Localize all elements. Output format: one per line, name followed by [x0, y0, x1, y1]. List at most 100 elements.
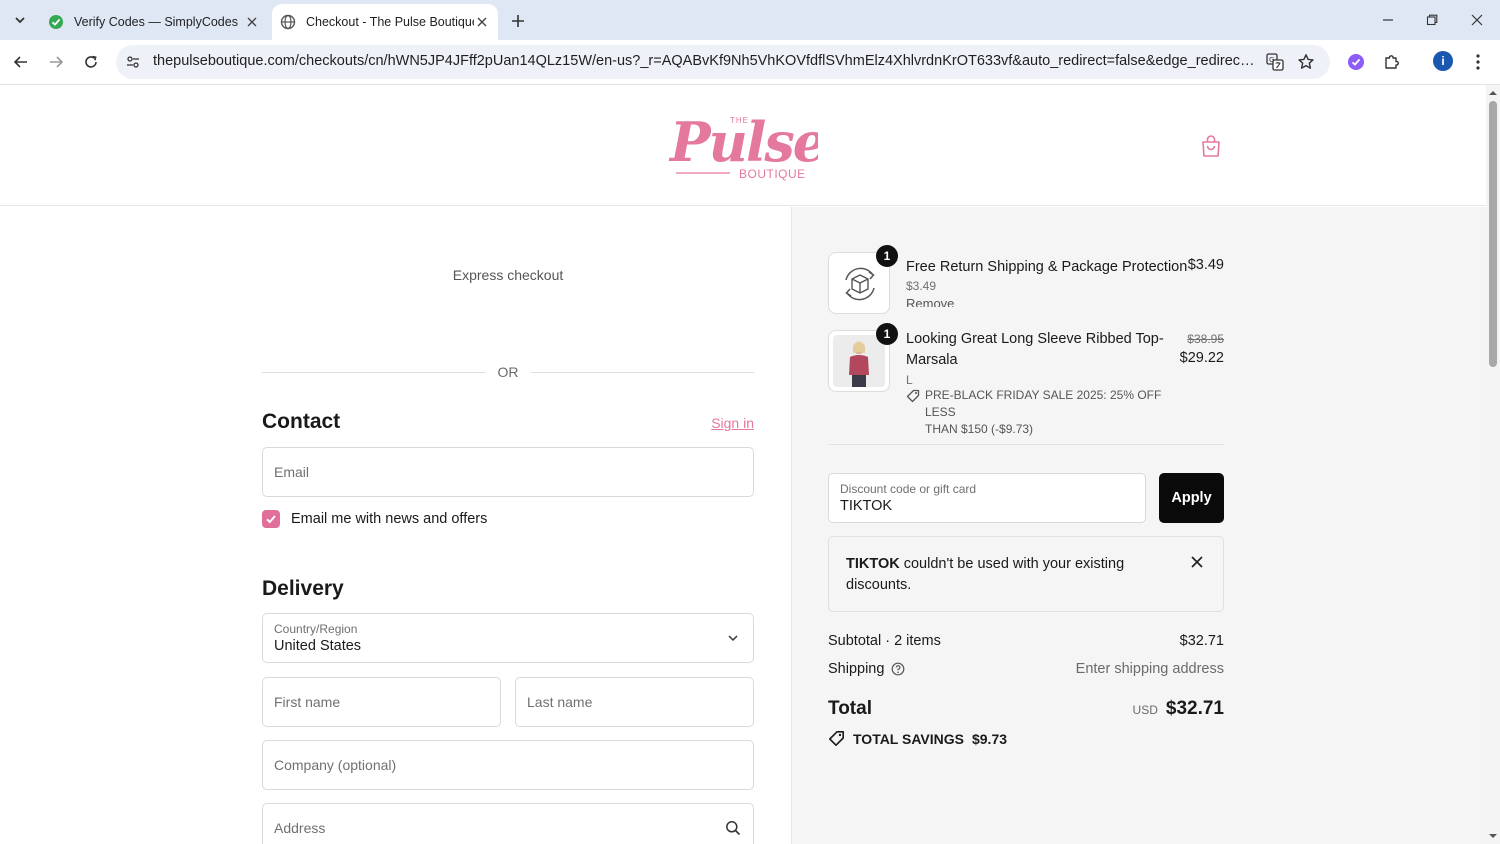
forward-button[interactable] — [44, 50, 68, 74]
country-select[interactable]: Country/Region United States — [262, 613, 754, 663]
discount-code-label: Discount code or gift card — [840, 482, 977, 496]
company-field[interactable]: Company (optional) — [262, 740, 754, 790]
scrollbar-thumb[interactable] — [1489, 101, 1497, 367]
total-label: Total — [828, 698, 872, 719]
site-header: THE Pulse BOUTIQUE — [0, 85, 1486, 206]
country-value: United States — [274, 638, 362, 654]
line-item: 1 Looking Great Long Sleeve Ribbed Top- … — [828, 323, 1224, 436]
discount-error-code: TIKTOK — [846, 556, 900, 572]
total-row: Total USD $32.71 — [828, 698, 1224, 720]
item-discount-line-1: PRE-BLACK FRIDAY SALE 2025: 25% OFF LESS — [925, 388, 1162, 419]
restore-icon — [1426, 14, 1438, 26]
translate-icon[interactable]: G — [1266, 53, 1284, 71]
shipping-row: Shipping Enter shipping address — [828, 661, 1224, 677]
tab-checkout[interactable]: Checkout - The Pulse Boutique — [272, 4, 498, 40]
discount-error-banner: TIKTOK couldn't be used with your existi… — [828, 536, 1224, 612]
discount-error-message: TIKTOK couldn't be used with your existi… — [846, 554, 1166, 596]
newsletter-label: Email me with news and offers — [291, 511, 488, 527]
reload-icon — [85, 55, 97, 68]
checkout-page: THE Pulse BOUTIQUE Express checkout OR C… — [0, 85, 1486, 844]
tag-icon — [829, 731, 844, 746]
last-name-field[interactable]: Last name — [515, 677, 754, 727]
apply-button[interactable]: Apply — [1159, 473, 1224, 523]
subtotal-label: Subtotal · 2 items — [828, 633, 941, 649]
close-icon — [1471, 14, 1483, 26]
chevron-down-icon — [728, 635, 738, 642]
total-savings: TOTAL SAVINGS $9.73 — [828, 730, 1007, 747]
summary-divider — [828, 444, 1224, 445]
simplycodes-favicon-icon — [48, 14, 64, 30]
item-name: Free Return Shipping & Package Protectio… — [906, 259, 1188, 275]
close-tab-icon[interactable] — [474, 14, 490, 30]
shipping-value: Enter shipping address — [1075, 661, 1224, 677]
express-checkout-label: Express checkout — [452, 267, 564, 283]
profile-avatar[interactable]: i — [1433, 51, 1453, 71]
email-field[interactable]: Email — [262, 447, 754, 497]
or-label: OR — [497, 364, 519, 380]
contact-heading: Contact — [262, 410, 341, 433]
newsletter-option[interactable]: Email me with news and offers — [262, 510, 487, 528]
address-placeholder: Address — [274, 820, 326, 836]
browser-menu-icon[interactable] — [1466, 50, 1490, 74]
simplycodes-extension-icon[interactable] — [1344, 50, 1368, 74]
address-bar[interactable]: thepulseboutique.com/checkouts/cn/hWN5JP… — [116, 45, 1330, 79]
close-tab-icon[interactable] — [244, 14, 260, 30]
restore-button[interactable] — [1420, 8, 1444, 32]
logo-script-text: Pulse — [668, 110, 818, 174]
company-placeholder: Company (optional) — [274, 757, 397, 773]
plus-icon — [512, 15, 524, 27]
address-field[interactable]: Address — [262, 803, 754, 844]
minimize-icon — [1383, 19, 1393, 21]
line-item: 1 Free Return Shipping & Package Protect… — [828, 245, 1224, 314]
new-tab-button[interactable] — [506, 9, 530, 33]
quantity-badge: 1 — [876, 245, 898, 267]
back-button[interactable] — [9, 50, 33, 74]
total-value: $32.71 — [1165, 698, 1224, 719]
last-name-placeholder: Last name — [527, 694, 593, 710]
first-name-field[interactable]: First name — [262, 677, 501, 727]
site-settings-icon[interactable] — [124, 53, 142, 71]
checkmark-icon — [266, 515, 276, 524]
logo-sub-text: BOUTIQUE — [739, 167, 806, 181]
item-original-price: $38.95 — [1187, 332, 1224, 346]
tab-title: Verify Codes — SimplyCodes — [74, 15, 238, 29]
total-currency: USD — [1132, 703, 1158, 717]
arrow-right-icon — [50, 56, 64, 68]
globe-icon — [280, 14, 296, 30]
minimize-button[interactable] — [1376, 8, 1400, 32]
shopping-bag-icon[interactable] — [1200, 134, 1222, 158]
savings-value: $9.73 — [971, 730, 1008, 747]
item-unit-price: $3.49 — [906, 279, 937, 293]
tab-search-button[interactable] — [6, 7, 34, 33]
close-window-button[interactable] — [1465, 8, 1489, 32]
help-circle-icon[interactable] — [891, 662, 905, 676]
sign-in-link[interactable]: Sign in — [700, 415, 754, 431]
bookmark-star-icon[interactable] — [1297, 53, 1315, 71]
arrow-left-icon — [13, 56, 27, 68]
item-name-line-1: Looking Great Long Sleeve Ribbed Top- — [906, 331, 1164, 347]
item-discount: PRE-BLACK FRIDAY SALE 2025: 25% OFF LESS… — [906, 387, 1176, 438]
item-price: $29.22 — [1179, 350, 1224, 366]
close-icon[interactable] — [1189, 554, 1205, 570]
page-scrollbar[interactable] — [1486, 85, 1500, 844]
discount-code-input[interactable]: Discount code or gift card TIKTOK — [828, 473, 1146, 523]
newsletter-checkbox[interactable] — [262, 510, 280, 528]
discount-code-value: TIKTOK — [840, 498, 893, 514]
extensions-puzzle-icon[interactable] — [1380, 50, 1404, 74]
chevron-down-icon — [15, 17, 25, 24]
browser-tab-strip: Verify Codes — SimplyCodes Checkout - Th… — [0, 0, 1500, 40]
browser-toolbar: thepulseboutique.com/checkouts/cn/hWN5JP… — [0, 40, 1500, 85]
reload-button[interactable] — [79, 50, 103, 74]
pulse-boutique-logo[interactable]: THE Pulse BOUTIQUE — [668, 109, 818, 183]
tab-simplycodes[interactable]: Verify Codes — SimplyCodes — [40, 4, 268, 40]
remove-item-link[interactable]: Remove — [906, 296, 954, 307]
url-text: thepulseboutique.com/checkouts/cn/hWN5JP… — [153, 53, 1258, 69]
item-variant: L — [906, 373, 913, 387]
scroll-up-icon[interactable] — [1488, 88, 1498, 98]
subtotal-value: $32.71 — [1179, 633, 1224, 649]
first-name-placeholder: First name — [274, 694, 341, 710]
scroll-down-icon[interactable] — [1488, 831, 1498, 841]
item-price: $3.49 — [1187, 257, 1224, 273]
or-divider: OR — [262, 363, 754, 381]
item-name-line-2: Marsala — [906, 352, 958, 368]
